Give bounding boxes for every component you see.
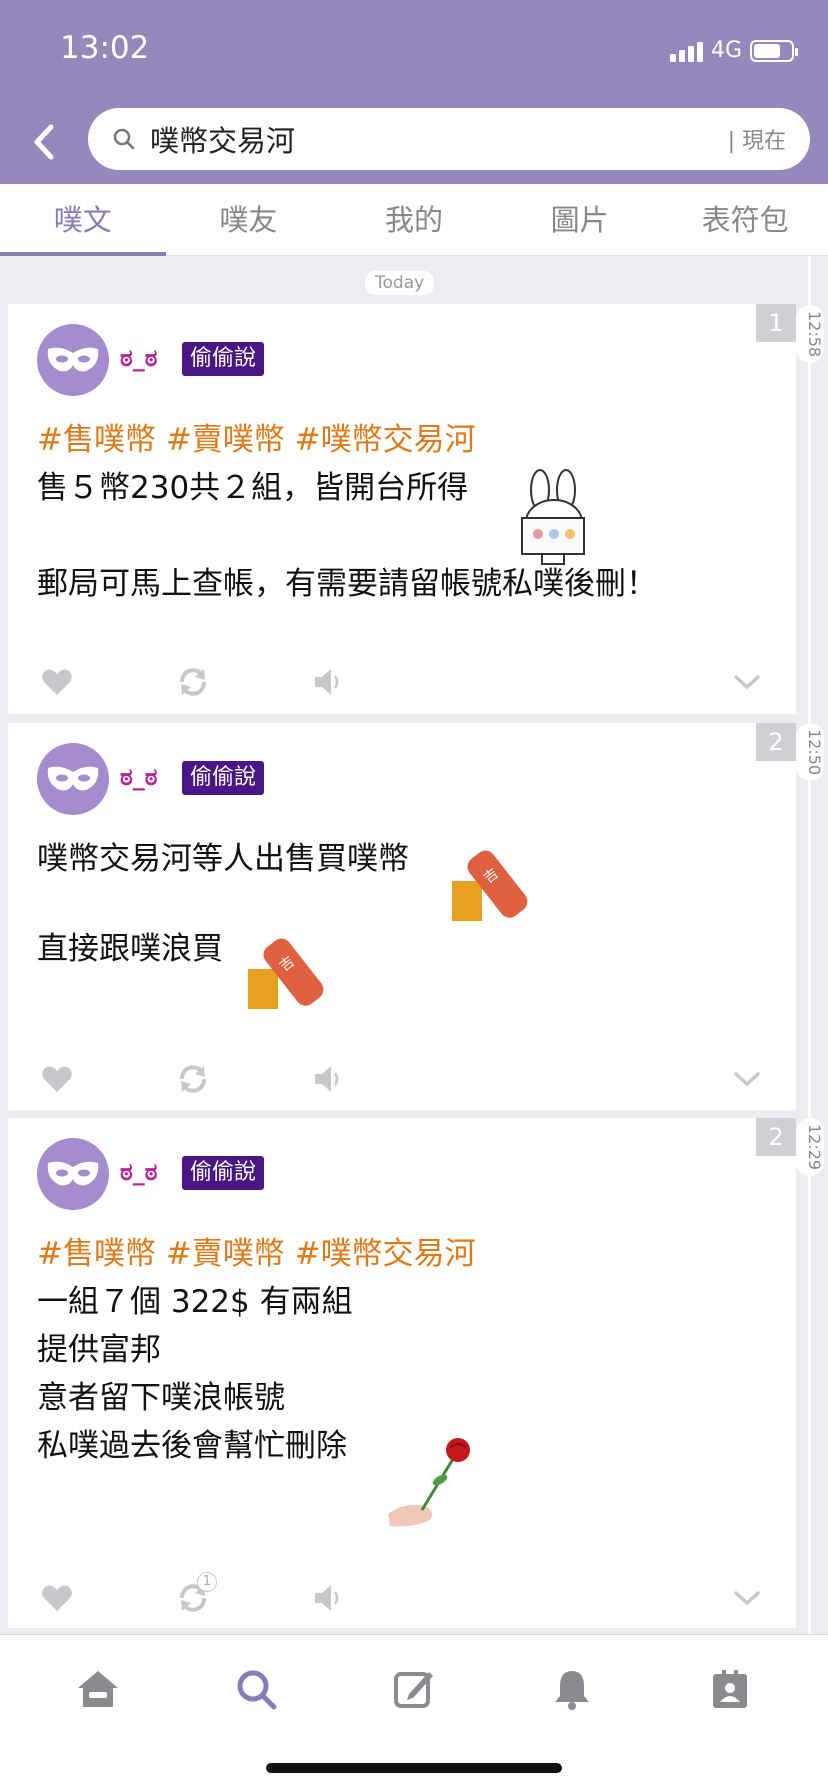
post-actions: 1 bbox=[37, 1572, 767, 1618]
replurk-icon bbox=[180, 1065, 206, 1093]
post-hashtags[interactable]: #售噗幣 #賣噗幣 #噗幣交易河 bbox=[37, 1230, 476, 1278]
post-content: 噗幣交易河等人出售買噗幣 直接跟噗浪買 bbox=[37, 835, 409, 973]
home-indicator[interactable] bbox=[266, 1763, 562, 1773]
response-count-badge[interactable]: 1 bbox=[756, 304, 796, 342]
plurk-card[interactable]: 2 ಠ_ಠ 偷偷說 噗幣交易河等人出售買噗幣 直接跟噗浪買 吉 吉 bbox=[8, 723, 796, 1110]
replurk-button[interactable] bbox=[173, 1059, 213, 1099]
more-button[interactable] bbox=[727, 1578, 767, 1618]
replurk-count: 1 bbox=[197, 1572, 217, 1592]
like-button[interactable] bbox=[37, 1059, 77, 1099]
plurk-card[interactable]: 1 ಠ_ಠ 偷偷說 #售噗幣 #賣噗幣 #噗幣交易河 售５幣230共２組，皆開台… bbox=[8, 304, 796, 714]
like-button[interactable] bbox=[37, 662, 77, 702]
nav-profile[interactable] bbox=[702, 1661, 758, 1717]
fortune-stick-sticker: 吉 bbox=[248, 938, 324, 1009]
post-line: 意者留下噗浪帳號 bbox=[37, 1380, 285, 1416]
search-time-filter[interactable]: | 現在 bbox=[728, 123, 786, 155]
response-count-badge[interactable]: 2 bbox=[756, 723, 796, 761]
post-actions bbox=[37, 1059, 767, 1099]
more-button[interactable] bbox=[727, 662, 767, 702]
mute-button[interactable] bbox=[309, 662, 349, 702]
mute-icon bbox=[315, 1585, 339, 1611]
header: 13:02 4G | 現在 bbox=[0, 0, 828, 184]
status-time: 13:02 bbox=[60, 30, 150, 66]
home-icon bbox=[78, 1671, 118, 1707]
timeline-bar[interactable] bbox=[808, 256, 811, 1634]
compose-icon bbox=[394, 1672, 433, 1708]
more-button[interactable] bbox=[727, 1059, 767, 1099]
like-button[interactable] bbox=[37, 1578, 77, 1618]
chevron-down-icon bbox=[734, 675, 760, 690]
replurk-button[interactable]: 1 bbox=[173, 1572, 217, 1618]
heart-icon bbox=[42, 1585, 72, 1611]
post-actions bbox=[37, 662, 767, 702]
nav-search[interactable] bbox=[228, 1661, 284, 1717]
post-line: 噗幣交易河等人出售買噗幣 bbox=[37, 841, 409, 877]
signal-icon bbox=[669, 40, 703, 62]
chevron-down-icon bbox=[734, 1591, 760, 1606]
mute-button[interactable] bbox=[309, 1059, 349, 1099]
mask-icon bbox=[47, 347, 99, 372]
back-icon bbox=[34, 124, 54, 160]
heart-icon bbox=[42, 1066, 72, 1092]
search-input[interactable] bbox=[150, 122, 728, 156]
avatar[interactable] bbox=[37, 1138, 109, 1210]
tab-mine[interactable]: 我的 bbox=[331, 184, 497, 255]
post-line: 提供富邦 bbox=[37, 1332, 161, 1368]
status-indicators: 4G bbox=[669, 38, 798, 63]
heart-icon bbox=[42, 669, 72, 695]
fortune-stick-sticker: 吉 bbox=[452, 850, 528, 921]
plurk-card[interactable]: 2 ಠ_ಠ 偷偷說 #售噗幣 #賣噗幣 #噗幣交易河 一組７個 322$ 有兩組… bbox=[8, 1118, 796, 1628]
avatar[interactable] bbox=[37, 324, 109, 396]
chevron-down-icon bbox=[734, 1072, 760, 1087]
profile-icon bbox=[713, 1670, 747, 1708]
username[interactable]: ಠ_ಠ bbox=[120, 763, 157, 791]
rose-sticker bbox=[388, 1438, 470, 1527]
search-bar[interactable]: | 現在 bbox=[88, 108, 810, 170]
anonymous-tag: 偷偷說 bbox=[182, 1156, 265, 1190]
nav-home[interactable] bbox=[70, 1661, 126, 1717]
search-icon bbox=[237, 1670, 277, 1710]
mask-icon bbox=[47, 766, 99, 791]
mute-button[interactable] bbox=[309, 1578, 349, 1618]
search-icon bbox=[113, 128, 135, 150]
tab-images[interactable]: 圖片 bbox=[497, 184, 663, 255]
tab-bar: 噗文 噗友 我的 圖片 表符包 bbox=[0, 184, 828, 256]
post-line: 一組７個 322$ 有兩組 bbox=[37, 1284, 353, 1320]
username[interactable]: ಠ_ಠ bbox=[120, 344, 157, 372]
post-time: 12:58 bbox=[796, 305, 824, 364]
tab-plurks[interactable]: 噗文 bbox=[0, 184, 166, 256]
anonymous-tag: 偷偷說 bbox=[182, 342, 265, 376]
response-count-badge[interactable]: 2 bbox=[756, 1118, 796, 1156]
battery-icon bbox=[750, 39, 798, 62]
network-label: 4G bbox=[710, 38, 742, 63]
post-line: 直接跟噗浪買 bbox=[37, 931, 223, 967]
back-button[interactable] bbox=[28, 122, 60, 162]
replurk-icon bbox=[180, 668, 206, 696]
mask-icon bbox=[47, 1161, 99, 1186]
nav-compose[interactable] bbox=[386, 1661, 442, 1717]
tab-friends[interactable]: 噗友 bbox=[166, 184, 332, 255]
replurk-button[interactable] bbox=[173, 662, 213, 702]
rabbit-sticker bbox=[521, 469, 585, 565]
tab-emoticons[interactable]: 表符包 bbox=[662, 184, 828, 255]
avatar[interactable] bbox=[37, 743, 109, 815]
post-time: 12:50 bbox=[796, 723, 824, 782]
date-divider: Today bbox=[365, 271, 435, 295]
anonymous-tag: 偷偷說 bbox=[182, 761, 265, 795]
username[interactable]: ಠ_ಠ bbox=[120, 1158, 157, 1186]
nav-notifications[interactable] bbox=[544, 1661, 600, 1717]
mute-icon bbox=[315, 1066, 339, 1092]
post-line bbox=[37, 883, 409, 925]
mute-icon bbox=[315, 669, 339, 695]
post-time: 12:29 bbox=[796, 1118, 824, 1177]
bell-icon bbox=[555, 1671, 589, 1710]
post-hashtags[interactable]: #售噗幣 #賣噗幣 #噗幣交易河 bbox=[37, 416, 657, 464]
